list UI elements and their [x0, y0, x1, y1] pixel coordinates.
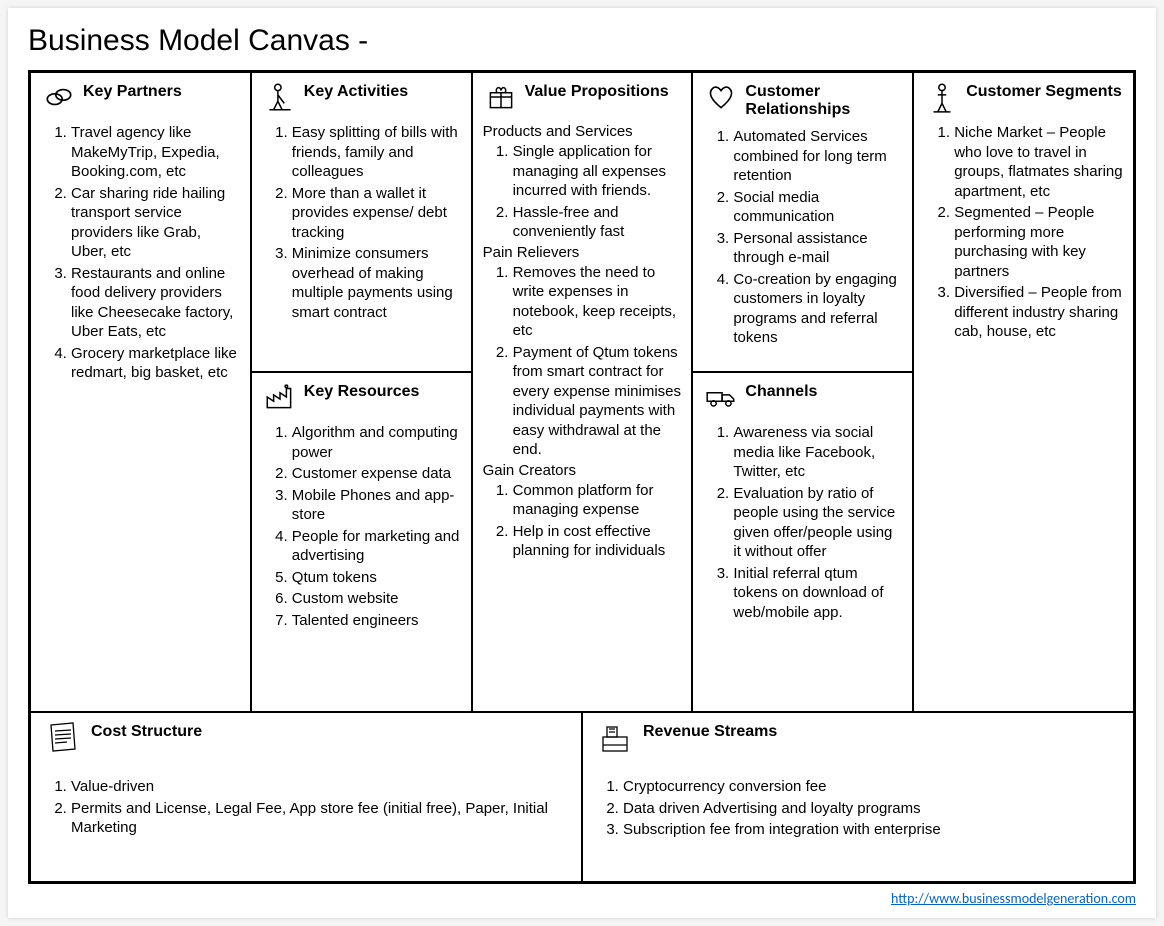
- section-label: Cost Structure: [91, 719, 202, 741]
- vp-products-list: Single application for managing all expe…: [483, 142, 682, 242]
- list-item: Personal assistance through e-mail: [733, 229, 902, 268]
- section-customer-segments: Customer Segments Niche Market – People …: [913, 72, 1134, 712]
- section-channels: Channels Awareness via social media like…: [692, 372, 913, 712]
- section-label: Customer Relationships: [745, 79, 902, 119]
- list-item: Qtum tokens: [292, 568, 461, 588]
- key-activities-list: Easy splitting of bills with friends, fa…: [262, 123, 461, 322]
- vp-gain-list: Common platform for managing expenseHelp…: [483, 481, 682, 561]
- gift-icon: [483, 79, 519, 115]
- list-item: Grocery marketplace like redmart, big ba…: [71, 344, 240, 383]
- customer-relationships-list: Automated Services combined for long ter…: [703, 127, 902, 348]
- customer-segments-list: Niche Market – People who love to travel…: [924, 123, 1123, 342]
- section-label: Key Resources: [304, 379, 420, 401]
- section-revenue-streams: Revenue Streams Cryptocurrency conversio…: [582, 712, 1134, 882]
- cash-register-icon: [593, 719, 637, 759]
- canvas-sheet: Business Model Canvas - Key Partners Tra…: [8, 8, 1156, 918]
- list-item: Help in cost effective planning for indi…: [513, 522, 682, 561]
- section-label: Channels: [745, 379, 817, 401]
- person-icon: [924, 79, 960, 115]
- factory-icon: [262, 379, 298, 415]
- list-item: Awareness via social media like Facebook…: [733, 423, 902, 482]
- section-customer-relationships: Customer Relationships Automated Service…: [692, 72, 913, 372]
- list-item: Talented engineers: [292, 611, 461, 631]
- cost-structure-list: Value-drivenPermits and License, Legal F…: [41, 777, 571, 838]
- section-label: Customer Segments: [966, 79, 1122, 101]
- channels-list: Awareness via social media like Facebook…: [703, 423, 902, 622]
- page-title: Business Model Canvas -: [28, 24, 1136, 58]
- vp-pain-list: Removes the need to write expenses in no…: [483, 263, 682, 460]
- footer-link[interactable]: http://www.businessmodelgeneration.com: [891, 890, 1136, 907]
- list-item: Customer expense data: [292, 464, 461, 484]
- list-item: Travel agency like MakeMyTrip, Expedia, …: [71, 123, 240, 182]
- footer: http://www.businessmodelgeneration.com: [28, 890, 1136, 908]
- section-label: Key Activities: [304, 79, 408, 101]
- section-cost-structure: Cost Structure Value-drivenPermits and L…: [30, 712, 582, 882]
- vp-products-heading: Products and Services: [483, 123, 682, 140]
- section-label: Revenue Streams: [643, 719, 777, 741]
- section-key-activities: Key Activities Easy splitting of bills w…: [251, 72, 472, 372]
- section-key-resources: Key Resources Algorithm and computing po…: [251, 372, 472, 712]
- key-resources-list: Algorithm and computing powerCustomer ex…: [262, 423, 461, 630]
- list-item: Evaluation by ratio of people using the …: [733, 484, 902, 562]
- list-item: Restaurants and online food delivery pro…: [71, 264, 240, 342]
- list-item: Car sharing ride hailing transport servi…: [71, 184, 240, 262]
- list-item: More than a wallet it provides expense/ …: [292, 184, 461, 243]
- heart-icon: [703, 79, 739, 115]
- truck-icon: [703, 379, 739, 415]
- list-item: Data driven Advertising and loyalty prog…: [623, 799, 1123, 819]
- revenue-streams-list: Cryptocurrency conversion feeData driven…: [593, 777, 1123, 840]
- list-item: Minimize consumers overhead of making mu…: [292, 244, 461, 322]
- list-item: Single application for managing all expe…: [513, 142, 682, 201]
- list-item: Removes the need to write expenses in no…: [513, 263, 682, 341]
- list-item: Subscription fee from integration with e…: [623, 820, 1123, 840]
- section-key-partners: Key Partners Travel agency like MakeMyTr…: [30, 72, 251, 712]
- worker-icon: [262, 79, 298, 115]
- list-item: Initial referral qtum tokens on download…: [733, 564, 902, 623]
- section-label: Value Propositions: [525, 79, 669, 101]
- list-item: Niche Market – People who love to travel…: [954, 123, 1123, 201]
- list-item: Algorithm and computing power: [292, 423, 461, 462]
- section-label: Key Partners: [83, 79, 182, 101]
- list-item: Easy splitting of bills with friends, fa…: [292, 123, 461, 182]
- list-item: Diversified – People from different indu…: [954, 283, 1123, 342]
- link-icon: [41, 79, 77, 115]
- list-item: Permits and License, Legal Fee, App stor…: [71, 799, 571, 838]
- list-item: Custom website: [292, 589, 461, 609]
- list-item: Value-driven: [71, 777, 571, 797]
- vp-pain-heading: Pain Relievers: [483, 244, 682, 261]
- list-item: Mobile Phones and app-store: [292, 486, 461, 525]
- list-item: Co-creation by engaging customers in loy…: [733, 270, 902, 348]
- business-model-canvas: Key Partners Travel agency like MakeMyTr…: [28, 70, 1136, 884]
- document-icon: [41, 719, 85, 759]
- list-item: Social media communication: [733, 188, 902, 227]
- section-value-propositions: Value Propositions Products and Services…: [472, 72, 693, 712]
- list-item: Common platform for managing expense: [513, 481, 682, 520]
- list-item: Hassle-free and conveniently fast: [513, 203, 682, 242]
- list-item: Automated Services combined for long ter…: [733, 127, 902, 186]
- list-item: Cryptocurrency conversion fee: [623, 777, 1123, 797]
- key-partners-list: Travel agency like MakeMyTrip, Expedia, …: [41, 123, 240, 383]
- list-item: People for marketing and advertising: [292, 527, 461, 566]
- vp-gain-heading: Gain Creators: [483, 462, 682, 479]
- list-item: Payment of Qtum tokens from smart contra…: [513, 343, 682, 460]
- list-item: Segmented – People performing more purch…: [954, 203, 1123, 281]
